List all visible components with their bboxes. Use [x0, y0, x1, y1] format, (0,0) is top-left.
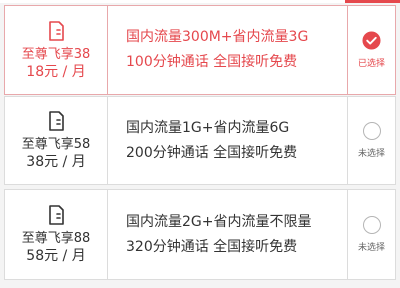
- plan-card-58[interactable]: 至尊飞享58 38元 / 月 国内流量1G+省内流量6G 200分钟通话 全国接…: [4, 96, 396, 185]
- selection-status: 未选择: [357, 243, 385, 253]
- plan-name: 至尊飞享88: [21, 231, 91, 246]
- sim-card-icon: [49, 205, 64, 225]
- plan-call-minutes: 200分钟通话 全国接听免费: [126, 144, 298, 161]
- plan-price: 38元 / 月: [26, 154, 86, 170]
- plan-price: 18元 / 月: [26, 63, 86, 80]
- plan-price: 58元 / 月: [26, 248, 86, 264]
- radio-circle-icon[interactable]: [362, 216, 381, 234]
- plan-details: 国内流量300M+省内流量3G 100分钟通话 全国接听免费: [108, 6, 348, 94]
- plan-summary: 至尊飞享38 18元 / 月: [5, 6, 108, 94]
- plan-list: 至尊飞享38 18元 / 月 国内流量300M+省内流量3G 100分钟通话 全…: [0, 0, 400, 288]
- plan-select[interactable]: 已选择: [348, 6, 395, 94]
- selection-status: 已选择: [357, 59, 385, 69]
- plan-select[interactable]: 未选择: [348, 190, 395, 279]
- plan-data-allowance: 国内流量300M+省内流量3G: [126, 29, 309, 45]
- plan-summary: 至尊飞享88 58元 / 月: [5, 190, 108, 279]
- selection-status: 未选择: [357, 149, 385, 159]
- plan-card-38[interactable]: 至尊飞享38 18元 / 月 国内流量300M+省内流量3G 100分钟通话 全…: [4, 5, 396, 95]
- check-circle-icon[interactable]: [362, 31, 381, 50]
- plan-name: 至尊飞享58: [21, 137, 91, 152]
- plan-card-88[interactable]: 至尊飞享88 58元 / 月 国内流量2G+省内流量不限量 320分钟通话 全国…: [4, 189, 396, 280]
- plan-call-minutes: 320分钟通话 全国接听免费: [126, 238, 298, 255]
- radio-circle-icon[interactable]: [362, 122, 381, 140]
- sim-card-icon: [49, 111, 64, 131]
- plan-call-minutes: 100分钟通话 全国接听免费: [126, 54, 298, 70]
- plan-name: 至尊飞享38: [21, 46, 91, 62]
- plan-data-allowance: 国内流量2G+省内流量不限量: [126, 213, 312, 230]
- sim-card-icon: [49, 20, 64, 41]
- plan-details: 国内流量2G+省内流量不限量 320分钟通话 全国接听免费: [108, 190, 348, 279]
- plan-select[interactable]: 未选择: [348, 97, 395, 184]
- plan-data-allowance: 国内流量1G+省内流量6G: [126, 119, 290, 136]
- plan-summary: 至尊飞享58 38元 / 月: [5, 97, 108, 184]
- plan-details: 国内流量1G+省内流量6G 200分钟通话 全国接听免费: [108, 97, 348, 184]
